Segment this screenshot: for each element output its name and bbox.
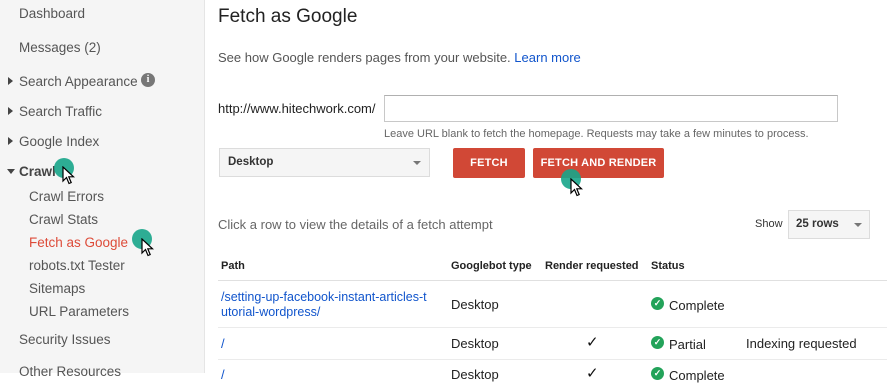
row-divider — [218, 327, 887, 328]
chevron-down-icon — [854, 223, 862, 227]
sidebar-subitem-fetch-as-google[interactable]: Fetch as Google — [29, 235, 128, 250]
row-path[interactable]: / — [221, 367, 225, 382]
expand-arrow-icon[interactable] — [8, 107, 13, 115]
show-label: Show — [755, 218, 783, 230]
col-header-googlebot-type[interactable]: Googlebot type — [451, 260, 532, 272]
learn-more-link[interactable]: Learn more — [514, 50, 580, 65]
mouse-cursor-icon — [141, 238, 155, 257]
sidebar-item-other-resources[interactable]: Other Resources — [19, 364, 121, 379]
sidebar-subitem-sitemaps[interactable]: Sitemaps — [29, 281, 85, 296]
sidebar-item-crawl[interactable]: Crawl — [19, 164, 56, 179]
device-select-value: Desktop — [228, 156, 274, 168]
check-circle-icon: ✓ — [651, 336, 664, 349]
checkmark-icon: ✓ — [586, 365, 599, 382]
info-icon[interactable]: i — [141, 73, 155, 87]
sidebar-item-messages[interactable]: Messages (2) — [19, 40, 101, 55]
sidebar: Dashboard Messages (2) Search Appearance… — [0, 0, 205, 379]
mouse-cursor-icon — [570, 178, 584, 197]
row-googlebot-type: Desktop — [451, 367, 499, 382]
row-path[interactable]: / — [221, 336, 225, 351]
fetch-button[interactable]: FETCH — [453, 148, 525, 178]
sidebar-subitem-url-parameters[interactable]: URL Parameters — [29, 304, 129, 319]
rows-select-value: 25 rows — [796, 218, 839, 230]
sidebar-item-security-issues[interactable]: Security Issues — [19, 332, 111, 347]
check-circle-icon: ✓ — [651, 297, 664, 310]
row-divider — [218, 359, 887, 360]
row-path[interactable]: /setting-up-facebook-instant-articles-t — [221, 290, 427, 304]
fetch-and-render-button[interactable]: FETCH AND RENDER — [533, 148, 664, 178]
table-instructions: Click a row to view the details of a fet… — [218, 217, 493, 232]
sidebar-item-search-traffic[interactable]: Search Traffic — [19, 104, 102, 119]
mouse-cursor-icon — [62, 166, 76, 185]
page-subtitle: See how Google renders pages from your w… — [218, 50, 581, 65]
sidebar-subitem-robots-tester[interactable]: robots.txt Tester — [29, 258, 125, 273]
row-path[interactable]: utorial-wordpress/ — [221, 305, 320, 319]
sidebar-item-search-appearance[interactable]: Search Appearance — [19, 74, 138, 89]
header-divider — [218, 280, 887, 281]
col-header-status[interactable]: Status — [651, 260, 685, 272]
url-input[interactable] — [384, 95, 838, 122]
sidebar-item-google-index[interactable]: Google Index — [19, 134, 99, 149]
row-status: Complete — [669, 298, 725, 313]
sidebar-subitem-crawl-errors[interactable]: Crawl Errors — [29, 189, 104, 204]
check-circle-icon: ✓ — [651, 367, 664, 380]
sidebar-item-dashboard[interactable]: Dashboard — [19, 6, 85, 21]
collapse-arrow-icon[interactable] — [7, 169, 15, 174]
expand-arrow-icon[interactable] — [8, 137, 13, 145]
col-header-path[interactable]: Path — [221, 260, 245, 272]
url-hint: Leave URL blank to fetch the homepage. R… — [384, 128, 809, 140]
rows-per-page-select[interactable]: 25 rows — [788, 210, 870, 239]
sidebar-subitem-crawl-stats[interactable]: Crawl Stats — [29, 212, 98, 227]
row-googlebot-type: Desktop — [451, 336, 499, 351]
row-status: Complete — [669, 368, 725, 383]
device-select[interactable]: Desktop — [219, 148, 430, 177]
chevron-down-icon — [413, 161, 421, 165]
row-googlebot-type: Desktop — [451, 297, 499, 312]
subtitle-text: See how Google renders pages from your w… — [218, 50, 511, 65]
row-indexing-status: Indexing requested — [746, 336, 857, 351]
url-prefix: http://www.hitechwork.com/ — [218, 101, 376, 116]
expand-arrow-icon[interactable] — [8, 77, 13, 85]
page-title: Fetch as Google — [218, 6, 358, 27]
row-status: Partial — [669, 337, 706, 352]
col-header-render-requested[interactable]: Render requested — [545, 260, 639, 272]
checkmark-icon: ✓ — [586, 334, 599, 351]
